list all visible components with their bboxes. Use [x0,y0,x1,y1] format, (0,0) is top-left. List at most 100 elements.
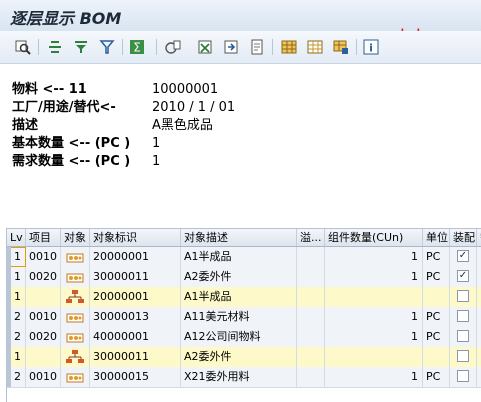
material-component-icon[interactable] [66,371,84,387]
cell-overflow [297,247,325,267]
save-layout-icon[interactable] [332,38,350,56]
toolbar-separator [38,39,39,55]
col-object-id-header[interactable]: 对象标识 [90,229,181,246]
assembly-checkbox[interactable]: ✓ [457,270,469,282]
col-lv-header[interactable]: Lv [7,229,26,246]
toolbar-separator [122,39,123,55]
header-field-value: 1 [152,136,161,151]
cell-item: 0010 [26,307,61,327]
cell-level: 2 [7,327,26,347]
cell-item: 0010 [26,367,61,387]
col-component-qty-header[interactable]: 组件数量(CUn) [325,229,423,246]
material-component-icon[interactable] [66,251,84,267]
cell-level: 1 [7,267,26,287]
toolbar-separator [156,39,157,55]
cell-item: 0020 [26,267,61,287]
cell-level: 1 [7,247,26,267]
cell-overflow [297,347,325,367]
header-field: 基本数量 <-- (PC ) 1 [12,135,412,152]
assembly-checkbox[interactable] [457,310,469,322]
export-excel-icon[interactable] [196,38,214,56]
info-icon[interactable]: i [362,38,380,56]
component-row[interactable]: 1 0020 30000011 A2委外件 1 PC ✓ [7,267,481,288]
header-field-label: 描述 [12,118,39,133]
window-title: 逐层显示 BOM [10,9,122,28]
header-field-value: 2010 / 1 / 01 [152,100,236,115]
component-row[interactable]: 2 0010 30000013 A11美元材料 1 PC [7,307,481,328]
cell-object-id: 20000001 [90,247,181,267]
material-component-icon[interactable] [66,271,84,287]
col-unit-header[interactable]: 单位 [423,229,450,246]
cell-object-id: 30000011 [90,267,181,287]
cell-object-id: 30000011 [90,347,181,367]
cell-component-qty: 1 [325,267,423,287]
cell-object-desc: X21委外用料 [181,367,297,387]
cell-req [477,367,481,387]
component-row[interactable]: 2 0010 30000015 X21委外用料 1 PC [7,367,481,388]
header-field-value: A黑色成品 [152,118,213,133]
subtotal-icon[interactable] [164,38,182,56]
bom-header-row[interactable]: 1 20000001 A1半成品 [7,287,481,308]
col-object-desc-header[interactable]: 对象描述 [181,229,297,246]
cell-req [477,347,481,367]
component-row[interactable]: 2 0020 40000001 A12公司间物料 1 PC [7,327,481,348]
col-req-header[interactable]: 需 [477,229,481,246]
cell-assembly: ✓ [450,267,477,287]
print-icon[interactable] [248,38,266,56]
cell-object-desc: A11美元材料 [181,307,297,327]
cell-object [61,307,90,327]
sort-ascending-icon[interactable] [46,38,64,56]
header-field: 描述 A黑色成品 [12,117,412,134]
choose-layout-icon[interactable] [306,38,324,56]
cell-assembly [450,327,477,347]
assembly-checkbox[interactable] [457,290,469,302]
cell-unit: PC [423,327,450,347]
filter-icon[interactable] [72,38,90,56]
assembly-checkbox[interactable] [457,350,469,362]
cell-object-desc: A1半成品 [181,247,297,267]
toolbar-separator [356,39,357,55]
cell-overflow [297,367,325,387]
level-indicator [7,327,11,347]
assembly-checkbox[interactable] [457,330,469,342]
cell-req [477,267,481,287]
cell-object [61,367,90,387]
toolbar-separator [272,39,273,55]
assembly-checkbox[interactable]: ✓ [457,250,469,262]
cell-assembly [450,307,477,327]
cell-object-id: 20000001 [90,287,181,307]
component-row[interactable]: 1 0010 20000001 A1半成品 1 PC ✓ [7,247,481,268]
col-overflow-header[interactable]: 溢... [297,229,325,246]
cell-component-qty: 1 [325,247,423,267]
level-indicator [7,247,11,267]
cell-req [477,307,481,327]
cell-item: 0010 [26,247,61,267]
set-filter-icon[interactable] [98,38,116,56]
material-component-icon[interactable] [66,331,84,347]
bom-header-row[interactable]: 1 30000011 A2委外件 [7,347,481,368]
cell-object-desc: A12公司间物料 [181,327,297,347]
header-field-value: 1 [152,154,161,169]
bom-grid[interactable]: Lv项目对象对象标识对象描述溢...组件数量(CUn)单位装配需 1001020… [6,228,481,402]
material-component-icon[interactable] [66,311,84,327]
layout-icon[interactable] [280,38,298,56]
cell-object-id: 30000015 [90,367,181,387]
bom-structure-icon[interactable] [66,350,84,367]
grid-header: Lv项目对象对象标识对象描述溢...组件数量(CUn)单位装配需 [7,229,481,247]
level-indicator [7,307,11,327]
bom-structure-icon[interactable] [66,290,84,307]
assembly-checkbox[interactable] [457,370,469,382]
sum-icon[interactable]: Σ [128,38,146,56]
col-item-header[interactable]: 项目 [26,229,61,246]
cell-overflow [297,327,325,347]
cell-assembly [450,367,477,387]
svg-text:Σ: Σ [133,41,141,55]
col-assembly-header[interactable]: 装配 [450,229,477,246]
cell-object [61,247,90,267]
level-indicator [7,347,11,367]
export-icon[interactable] [222,38,240,56]
cell-assembly: ✓ [450,247,477,267]
col-object-header[interactable]: 对象 [61,229,90,246]
level-indicator [7,367,11,387]
display-detail-icon[interactable] [14,38,32,56]
